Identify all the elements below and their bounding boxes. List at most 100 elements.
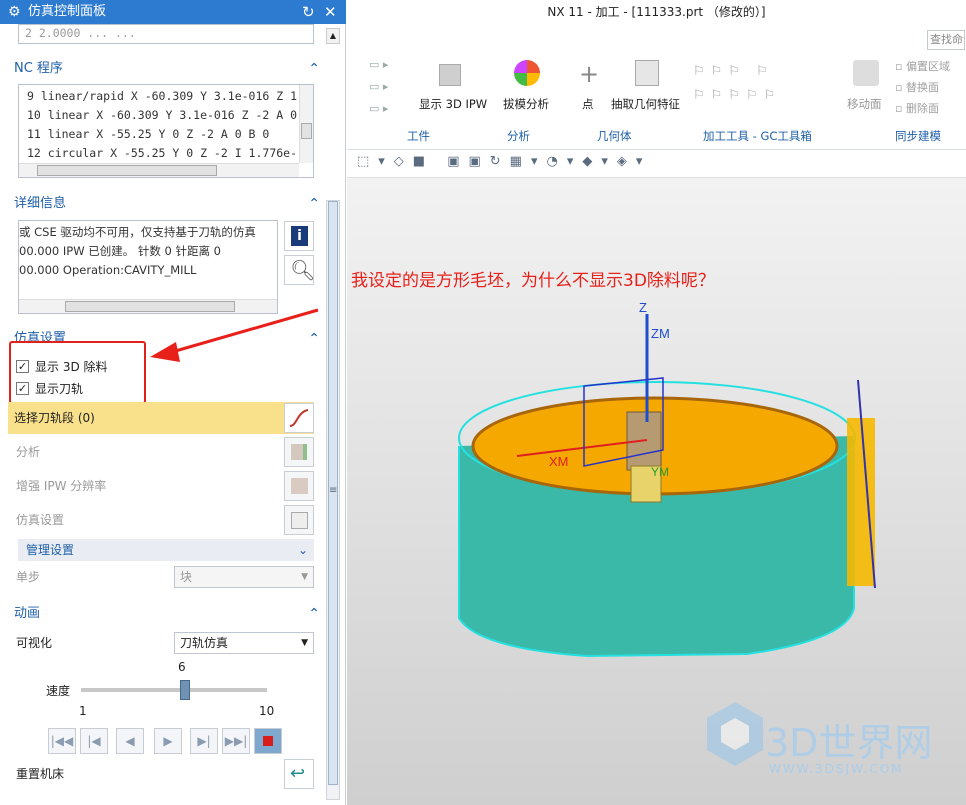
details-title: 详细信息 [14,196,67,211]
rewind-start-button[interactable]: |◀◀ [48,728,76,754]
search-placeholder: 查找命令 [930,33,964,46]
toolbar-icons[interactable]: ⬚▾◇■ ▣▣↻▦▾◔▾◆▾◈▾ [357,154,651,169]
nc-vscroll[interactable] [299,85,313,163]
workpiece-small-icon[interactable]: ▭ ▸ [369,98,413,120]
gc-icon-row[interactable]: ⚐⚐⚐⚐⚐ [693,84,833,108]
axis-ym-label: YM [651,465,669,479]
step-value: 块 [180,570,193,584]
toolpath-edge [847,418,875,586]
point-button[interactable]: + 点 [573,60,603,120]
workpiece-small-icon[interactable]: ▭ ▸ [369,54,413,76]
nc-line[interactable]: 10 linear X -60.309 Y 3.1e-016 Z -2 A 0 … [27,106,297,125]
ipw-resolution-button[interactable] [284,471,314,501]
nc-line[interactable]: 11 linear X -55.25 Y 0 Z -2 A 0 B 0 [27,125,297,144]
chevron-up-icon[interactable]: ⌃ [308,327,320,351]
model-analysis-label: 拔模分析 [503,97,549,111]
group-label-sync: 同步建模 [895,129,941,143]
chevron-up-icon[interactable]: ⌃ [308,602,320,626]
manage-settings-header[interactable]: 管理设置 ⌄ [18,539,314,561]
chevron-up-icon[interactable]: ⌃ [308,57,320,81]
analysis-label: 分析 [16,445,41,459]
nc-program-header[interactable]: NC 程序 ⌃ [8,57,324,81]
move-face-button[interactable]: 移动面 [847,60,887,120]
speed-slider[interactable] [81,680,267,700]
graphics-viewport[interactable]: 我设定的是方形毛坯，为什么不显示3D除料呢？ Z ZM XM YM 3D世界网 … [347,178,966,805]
panel-scrollbar[interactable] [326,200,340,800]
animation-header[interactable]: 动画 ⌃ [8,602,324,626]
sim-settings-button[interactable] [284,505,314,535]
step-select[interactable]: 块 ▼ [174,566,314,588]
visualize-label: 可视化 [16,636,53,650]
reset-icon[interactable]: ↻ [302,0,315,24]
find-button[interactable]: 🔍︎ [284,255,315,285]
play-reverse-button[interactable]: ◀ [116,728,144,754]
group-label-gc: 加工工具 - GC工具箱 [703,129,812,143]
dropdown-arrow-icon: ▼ [301,638,308,648]
gc-toolbox-icons: ⚐⚐⚐ ⚐ ⚐⚐⚐⚐⚐ [693,60,833,110]
axis-zm-label: ZM [651,326,670,341]
nc-hscroll[interactable] [19,163,299,177]
close-icon[interactable]: ✕ [324,0,337,24]
search-box[interactable]: 查找命令 [927,30,965,50]
draft-analysis-icon [514,60,540,86]
extract-icon [635,60,659,86]
analysis-button[interactable] [284,437,314,467]
details-line: 或 CSE 驱动均不可用，仅支持基于刀轨的仿真 [19,225,256,239]
gear-icon: ⚙ [8,4,21,20]
select-segment-row[interactable]: 选择刀轨段 (0) [8,402,314,434]
annotation-highlight-box [9,341,146,404]
manage-settings-title: 管理设置 [26,543,75,557]
info-button[interactable]: i [284,221,314,251]
chevron-down-icon[interactable]: ⌄ [298,539,308,561]
point-icon: + [579,60,600,88]
nc-hscroll-thumb[interactable] [37,165,217,176]
stop-button[interactable] [254,728,282,754]
visualize-value: 刀轨仿真 [180,636,229,650]
move-face-label: 移动面 [847,97,882,111]
step-forward-button[interactable]: ▶| [190,728,218,754]
replace-face-item[interactable]: ▫ 替换面 [895,77,965,98]
sync-list: ▫ 偏置区域 ▫ 替换面 ▫ 删除面 [895,56,965,119]
select-segment-button[interactable] [284,403,314,433]
nc-program-list[interactable]: 9 linear/rapid X -60.309 Y 3.1e-016 Z 1 … [18,84,314,178]
return-arrow-icon: ↩ [290,763,306,784]
step-back-button[interactable]: |◀ [80,728,108,754]
ipw-resolution-label: 增强 IPW 分辨率 [16,479,107,493]
app-titlebar: NX 11 - 加工 - [111333.prt （修改的）] [347,0,966,24]
panel-titlebar: ⚙ 仿真控制面板 ↻ ✕ [0,0,346,24]
nc-vscroll-thumb[interactable] [301,123,312,139]
forward-end-button[interactable]: ▶▶| [222,728,250,754]
nc-line[interactable]: 9 linear/rapid X -60.309 Y 3.1e-016 Z 1 … [27,87,297,106]
extract-features-button[interactable]: 抽取几何特征 [609,60,689,120]
details-hscroll-thumb[interactable] [65,301,235,312]
panel-resize-grip[interactable]: ≡ [329,485,337,496]
reset-machine-label: 重置机床 [16,767,65,781]
panel-scroll-top[interactable]: ▲ [326,28,340,44]
speed-max: 10 [259,704,275,718]
details-header[interactable]: 详细信息 ⌃ [8,192,324,216]
details-hscroll[interactable] [19,299,277,313]
details-box: 或 CSE 驱动均不可用，仅支持基于刀轨的仿真 00.000 IPW 已创建。 … [18,220,278,314]
details-line: 00.000 IPW 已创建。 针数 0 针距离 0 [19,244,222,258]
workpiece-small-icon[interactable]: ▭ ▸ [369,76,413,98]
top-field: 2 2.0000 ... ... [18,24,314,44]
info-icon: i [291,226,308,246]
speed-label: 速度 [46,684,71,698]
group-label-geometry: 几何体 [597,129,632,143]
offset-region-item[interactable]: ▫ 偏置区域 [895,56,965,77]
visualize-select[interactable]: 刀轨仿真 ▼ [174,632,314,654]
gc-icon-row[interactable]: ⚐⚐⚐ ⚐ [693,60,833,84]
select-segment-label: 选择刀轨段 (0) [14,411,95,425]
sim-settings-row: 仿真设置 [10,505,316,535]
model-analysis-button[interactable]: 拔模分析 [501,60,557,120]
nc-line[interactable]: 12 circular X -55.25 Y 0 Z -2 I 1.776e-0… [27,144,297,163]
show-ipw-button[interactable]: 显示 3D IPW [415,60,487,120]
nc-lines: 9 linear/rapid X -60.309 Y 3.1e-016 Z 1 … [27,87,297,163]
workpiece-icons: ▭ ▸ ▭ ▸ ▭ ▸ [369,54,413,124]
reset-machine-button[interactable]: ↩ [284,759,314,789]
chevron-up-icon[interactable]: ⌃ [308,192,320,216]
extract-features-label: 抽取几何特征 [611,97,680,111]
speed-slider-thumb[interactable] [180,680,191,700]
play-button[interactable]: ▶ [154,728,182,754]
delete-face-item[interactable]: ▫ 删除面 [895,98,965,119]
